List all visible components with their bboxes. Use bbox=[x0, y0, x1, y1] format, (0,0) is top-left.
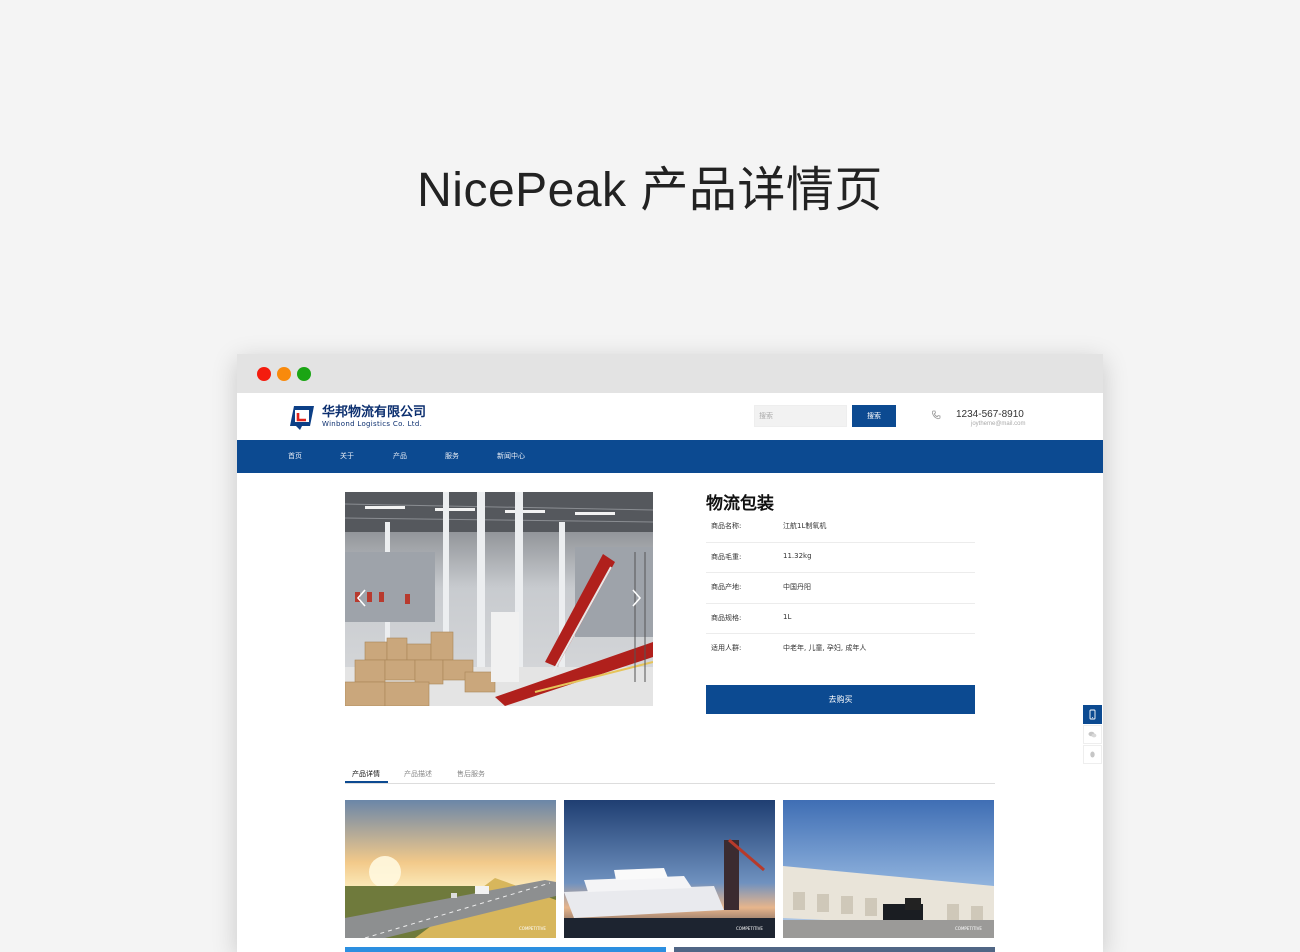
side-tool-mobile[interactable] bbox=[1083, 705, 1102, 724]
carousel-next-arrow-icon[interactable] bbox=[629, 588, 643, 608]
side-toolbar bbox=[1083, 705, 1102, 765]
product-spec-table: 商品名称: 江航1L制氧机 商品毛重: 11.32kg 商品产地: 中国丹阳 商… bbox=[706, 512, 975, 665]
logo-icon bbox=[290, 406, 314, 430]
search-input[interactable] bbox=[754, 405, 847, 427]
logo-name-en: Winbond Logistics Co. Ltd. bbox=[322, 419, 423, 428]
nav-item-home[interactable]: 首页 bbox=[288, 440, 302, 473]
next-row-image-edge bbox=[674, 947, 995, 952]
qq-icon bbox=[1090, 751, 1095, 758]
thumbnail-caption: COMPETITIVE bbox=[519, 926, 546, 931]
spec-row: 商品规格: 1L bbox=[706, 604, 975, 634]
gallery-thumbnail-highway[interactable]: COMPETITIVE bbox=[345, 800, 556, 938]
spec-label: 商品产地: bbox=[711, 583, 742, 591]
gallery-thumbnail-warehouse[interactable]: COMPETITIVE bbox=[783, 800, 994, 938]
next-row-image-edge bbox=[345, 947, 666, 952]
side-tool-wechat[interactable] bbox=[1083, 725, 1102, 744]
thumbnail-caption: COMPETITIVE bbox=[736, 926, 763, 931]
spec-label: 商品规格: bbox=[711, 613, 742, 622]
warehouse-image bbox=[345, 492, 653, 706]
main-nav: 首页 关于 产品 服务 新闻中心 bbox=[237, 440, 1103, 473]
nav-item-services[interactable]: 服务 bbox=[445, 440, 459, 473]
carousel-prev-arrow-icon[interactable] bbox=[355, 588, 369, 608]
spec-value: 1L bbox=[783, 612, 792, 621]
page-title: NicePeak 产品详情页 bbox=[417, 164, 883, 217]
gallery-thumbnail-ship[interactable]: COMPETITIVE bbox=[564, 800, 775, 938]
browser-window: 华邦物流有限公司 Winbond Logistics Co. Ltd. 搜索 1… bbox=[237, 354, 1103, 952]
search-button[interactable]: 搜索 bbox=[852, 405, 896, 427]
spec-value: 江航1L制氧机 bbox=[783, 522, 827, 530]
product-image-carousel[interactable] bbox=[345, 492, 653, 706]
warehouse-exterior-image: COMPETITIVE bbox=[783, 800, 994, 938]
spec-row: 商品名称: 江航1L制氧机 bbox=[706, 512, 975, 543]
thumbnail-caption: COMPETITIVE bbox=[955, 926, 982, 931]
window-close-button[interactable] bbox=[257, 367, 271, 381]
spec-row: 商品产地: 中国丹阳 bbox=[706, 573, 975, 604]
browser-chrome bbox=[237, 354, 1103, 393]
contact-email: joytheme@mail.com bbox=[971, 421, 1026, 427]
product-tabs: 产品详情 产品描述 售后服务 bbox=[345, 766, 995, 784]
active-tab-indicator bbox=[345, 781, 388, 783]
nav-item-about[interactable]: 关于 bbox=[340, 440, 354, 473]
tab-after-sales[interactable]: 售后服务 bbox=[457, 769, 485, 779]
spec-label: 商品毛重: bbox=[711, 552, 742, 561]
ship-image: COMPETITIVE bbox=[564, 800, 775, 938]
window-maximize-button[interactable] bbox=[297, 367, 311, 381]
logo-name-cn: 华邦物流有限公司 bbox=[322, 404, 427, 420]
mobile-icon bbox=[1089, 709, 1096, 720]
phone-icon bbox=[931, 410, 941, 420]
spec-value: 中国丹阳 bbox=[783, 583, 811, 591]
side-tool-qq[interactable] bbox=[1083, 745, 1102, 764]
window-minimize-button[interactable] bbox=[277, 367, 291, 381]
buy-button[interactable]: 去购买 bbox=[706, 685, 975, 714]
contact-phone: 1234-567-8910 bbox=[956, 409, 1024, 420]
highway-image: COMPETITIVE bbox=[345, 800, 556, 938]
spec-label: 适用人群: bbox=[711, 644, 742, 652]
wechat-icon bbox=[1088, 731, 1097, 738]
spec-value: 中老年, 儿童, 孕妇, 成年人 bbox=[783, 644, 867, 652]
tab-product-description[interactable]: 产品描述 bbox=[404, 769, 432, 779]
spec-row: 商品毛重: 11.32kg bbox=[706, 543, 975, 573]
nav-item-news[interactable]: 新闻中心 bbox=[497, 440, 525, 473]
spec-value: 11.32kg bbox=[783, 551, 812, 560]
spec-label: 商品名称: bbox=[711, 522, 742, 530]
nav-item-products[interactable]: 产品 bbox=[393, 440, 407, 473]
tab-product-details[interactable]: 产品详情 bbox=[352, 769, 380, 779]
site-header: 华邦物流有限公司 Winbond Logistics Co. Ltd. 搜索 1… bbox=[237, 393, 1103, 440]
product-title: 物流包装 bbox=[706, 494, 774, 514]
spec-row: 适用人群: 中老年, 儿童, 孕妇, 成年人 bbox=[706, 634, 975, 665]
site-logo[interactable]: 华邦物流有限公司 Winbond Logistics Co. Ltd. bbox=[288, 402, 426, 432]
